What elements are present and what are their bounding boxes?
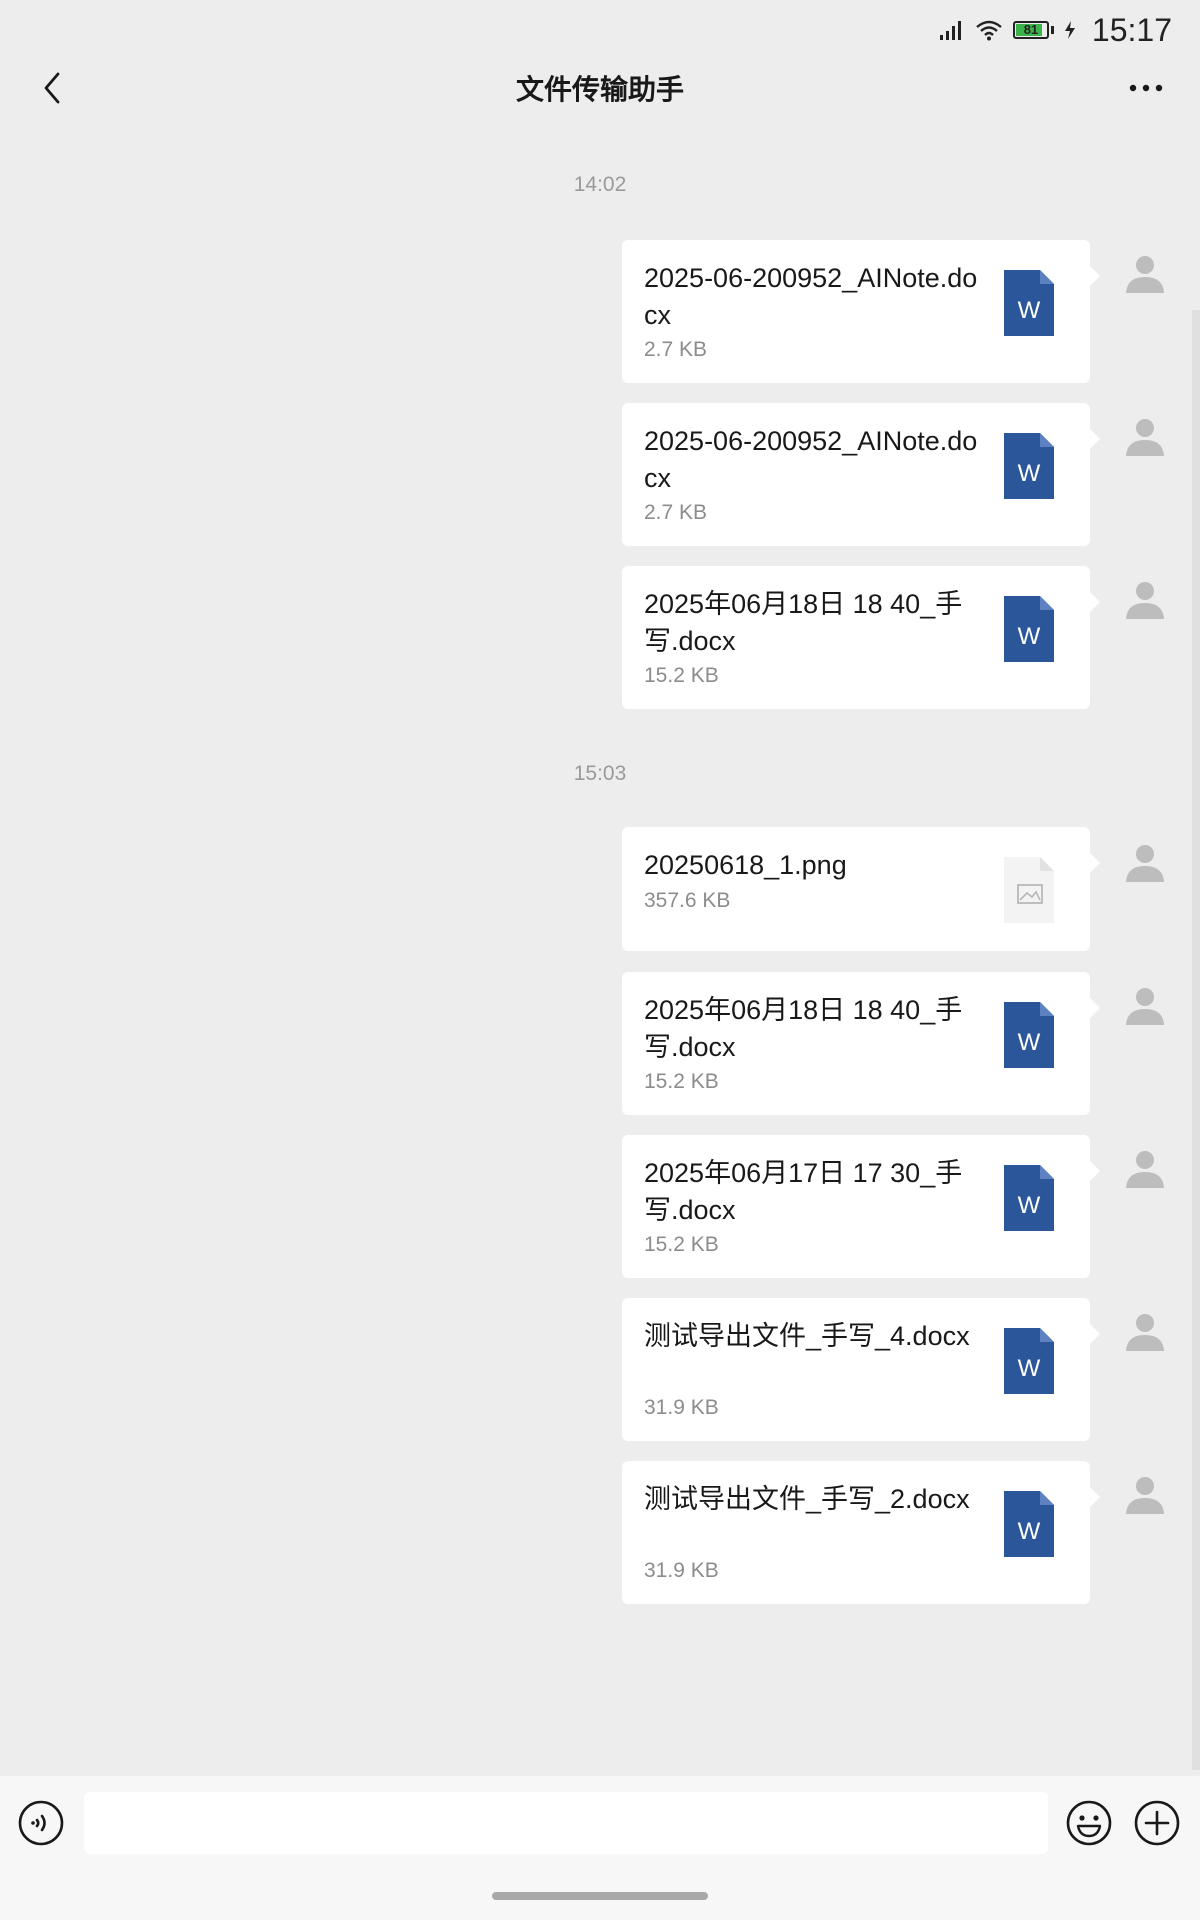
default-avatar-icon[interactable] bbox=[1124, 841, 1166, 883]
word-file-icon: W bbox=[1004, 596, 1054, 662]
charging-icon bbox=[1064, 21, 1075, 39]
word-file-icon: W bbox=[1004, 433, 1054, 499]
nav-bar: 文件传输助手 bbox=[0, 60, 1200, 116]
file-size: 357.6 KB bbox=[644, 889, 731, 912]
file-name: 2025年06月18日 18 40_手写.docx bbox=[644, 589, 963, 656]
file-name: 20250618_1.png bbox=[644, 850, 847, 880]
default-avatar-icon[interactable] bbox=[1124, 252, 1166, 294]
word-file-icon: W bbox=[1004, 1002, 1054, 1068]
default-avatar-icon[interactable] bbox=[1124, 1310, 1166, 1352]
file-name: 2025年06月17日 17 30_手写.docx bbox=[644, 1158, 963, 1225]
more-dots-icon bbox=[1129, 84, 1163, 92]
emoji-icon[interactable] bbox=[1066, 1800, 1112, 1846]
word-file-icon: W bbox=[1004, 270, 1054, 336]
file-message[interactable]: 测试导出文件_手写_4.docx 31.9 KB W bbox=[622, 1298, 1100, 1441]
signal-icon bbox=[939, 21, 961, 40]
more-button[interactable] bbox=[1120, 66, 1172, 110]
default-avatar-icon[interactable] bbox=[1124, 1147, 1166, 1189]
file-message[interactable]: 2025-06-200952_AINote.docx 2.7 KB W bbox=[622, 403, 1100, 546]
word-file-icon: W bbox=[1004, 1165, 1054, 1231]
file-message[interactable]: 2025年06月18日 18 40_手写.docx 15.2 KB W bbox=[622, 566, 1100, 709]
file-size: 2.7 KB bbox=[644, 338, 708, 361]
status-icons: 81 15:17 bbox=[939, 10, 1172, 50]
image-file-icon bbox=[1004, 857, 1054, 923]
word-icon-letter: W bbox=[1018, 297, 1041, 324]
plus-icon[interactable] bbox=[1134, 1800, 1180, 1846]
word-file-icon: W bbox=[1004, 1328, 1054, 1394]
time-divider: 15:03 bbox=[573, 762, 627, 785]
file-size: 31.9 KB bbox=[644, 1559, 719, 1582]
file-size: 15.2 KB bbox=[644, 1070, 719, 1093]
word-icon-letter: W bbox=[1018, 1029, 1041, 1056]
word-file-icon: W bbox=[1004, 1491, 1054, 1557]
status-time: 15:17 bbox=[1091, 11, 1172, 48]
file-size: 15.2 KB bbox=[644, 1233, 719, 1256]
word-icon-letter: W bbox=[1018, 1192, 1041, 1219]
default-avatar-icon[interactable] bbox=[1124, 415, 1166, 457]
file-name: 2025-06-200952_AINote.docx bbox=[644, 426, 978, 493]
word-icon-letter: W bbox=[1018, 460, 1041, 487]
voice-icon[interactable] bbox=[18, 1800, 64, 1846]
word-icon-letter: W bbox=[1018, 1355, 1041, 1382]
file-size: 31.9 KB bbox=[644, 1396, 719, 1419]
status-bar: 81 15:17 bbox=[0, 0, 1200, 60]
file-message[interactable]: 2025年06月17日 17 30_手写.docx 15.2 KB W bbox=[622, 1135, 1100, 1278]
battery-icon: 81 bbox=[1012, 21, 1049, 39]
default-avatar-icon[interactable] bbox=[1124, 578, 1166, 620]
file-message[interactable]: 2025-06-200952_AINote.docx 2.7 KB W bbox=[622, 240, 1100, 383]
file-message[interactable]: 测试导出文件_手写_2.docx 31.9 KB W bbox=[622, 1461, 1100, 1604]
message-input[interactable] bbox=[84, 1792, 1048, 1854]
wifi-icon bbox=[976, 20, 1002, 41]
file-name: 2025年06月18日 18 40_手写.docx bbox=[644, 995, 963, 1062]
file-name: 2025-06-200952_AINote.docx bbox=[644, 263, 978, 330]
default-avatar-icon[interactable] bbox=[1124, 984, 1166, 1026]
file-size: 15.2 KB bbox=[644, 664, 719, 687]
word-icon-letter: W bbox=[1018, 1518, 1041, 1545]
default-avatar-icon[interactable] bbox=[1124, 1473, 1166, 1515]
home-indicator[interactable] bbox=[492, 1892, 708, 1900]
file-message[interactable]: 20250618_1.png 357.6 KB bbox=[622, 827, 1100, 951]
word-icon-letter: W bbox=[1018, 623, 1041, 650]
file-name: 测试导出文件_手写_4.docx bbox=[644, 1321, 970, 1351]
battery-level: 81 bbox=[1023, 22, 1039, 37]
battery-cap bbox=[1050, 26, 1054, 34]
chat-scrollbar[interactable] bbox=[1192, 310, 1200, 1770]
chat-title: 文件传输助手 bbox=[515, 74, 684, 105]
file-message[interactable]: 2025年06月18日 18 40_手写.docx 15.2 KB W bbox=[622, 972, 1100, 1115]
time-divider: 14:02 bbox=[573, 173, 627, 196]
file-name: 测试导出文件_手写_2.docx bbox=[644, 1484, 970, 1514]
file-size: 2.7 KB bbox=[644, 501, 708, 524]
